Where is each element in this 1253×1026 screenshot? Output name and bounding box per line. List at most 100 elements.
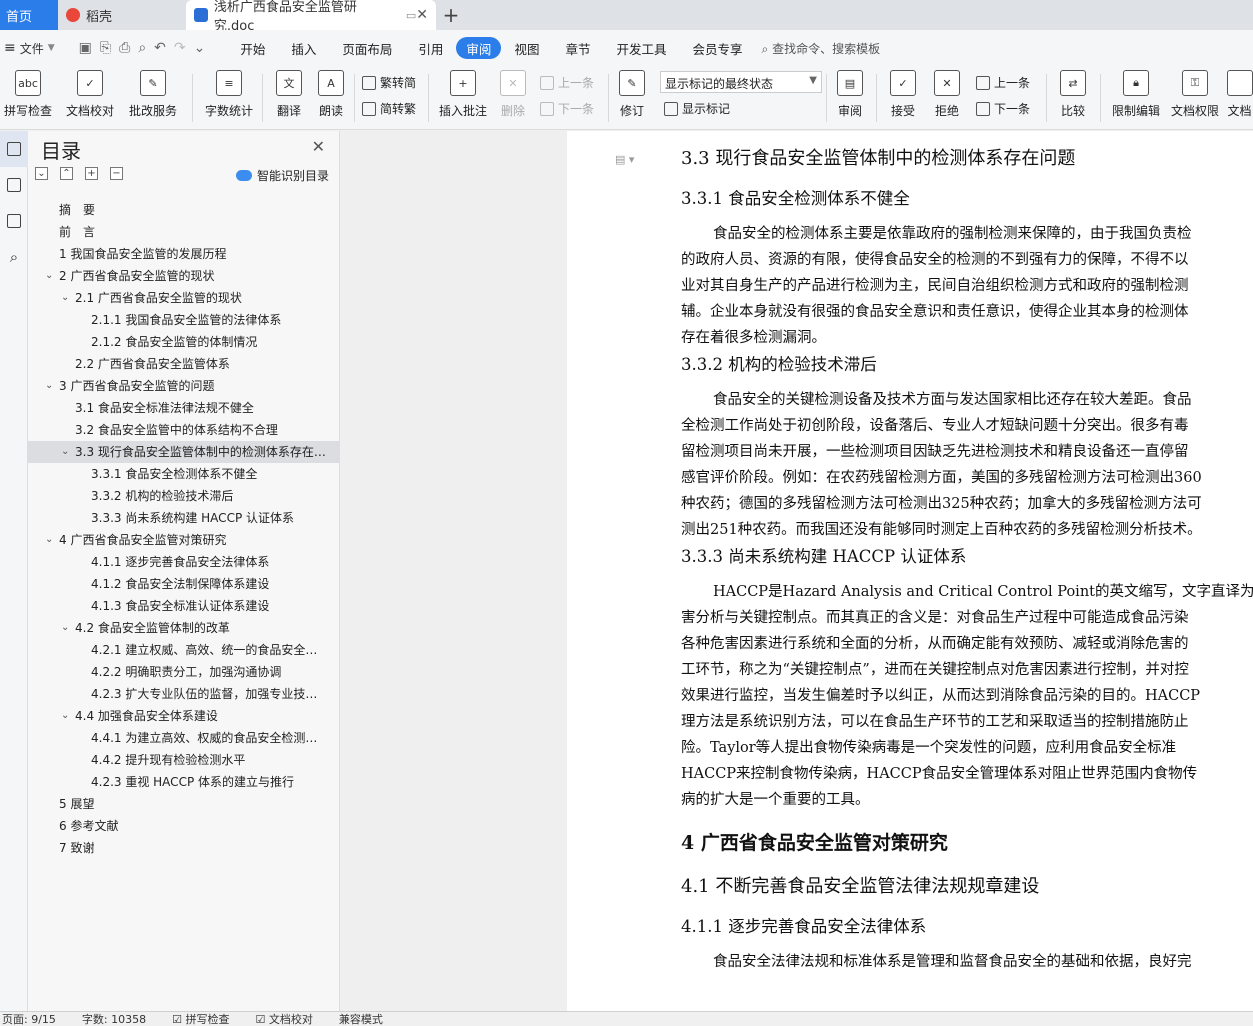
chevron-down-icon[interactable]: ⌄: [61, 705, 69, 727]
word-count-button[interactable]: ≡ 字数统计: [202, 70, 256, 119]
read-aloud-button[interactable]: A 朗读: [314, 70, 348, 119]
add-heading-icon[interactable]: +: [85, 167, 98, 180]
show-marks-button[interactable]: 显示标记: [664, 100, 730, 117]
collapse-all-icon[interactable]: ⌄: [35, 167, 48, 180]
proofread-button[interactable]: ✓ 文档校对: [62, 70, 118, 119]
document-page[interactable]: ▤ ▾ 3.3 现行食品安全监管体制中的检测体系存在问题 3.3.1 食品安全检测…: [567, 131, 1253, 1011]
toc-item[interactable]: 摘 要: [28, 199, 340, 221]
toc-item[interactable]: 3.3.2 机构的检验技术滞后: [28, 485, 340, 507]
toc-item[interactable]: 3.1 食品安全标准法律法规不健全: [28, 397, 340, 419]
toc-item[interactable]: 5 展望: [28, 793, 340, 815]
bookmark-pane-button[interactable]: [0, 203, 28, 239]
toc-item[interactable]: 4.1.1 逐步完善食品安全法律体系: [28, 551, 340, 573]
menu-item-member[interactable]: 会员专享: [679, 37, 755, 59]
doc-permission-button[interactable]: ⚿ 文档权限: [1168, 70, 1222, 119]
file-menu[interactable]: ≡ 文件 ▼: [0, 40, 55, 57]
more-icon[interactable]: ⌄: [194, 40, 206, 56]
toc-item[interactable]: ⌄ 4.4 加强食品安全体系建设: [28, 705, 340, 727]
close-icon[interactable]: ✕: [312, 137, 325, 156]
chevron-down-icon[interactable]: ⌄: [45, 375, 53, 397]
spell-check-status[interactable]: ☑ 拼写检查: [172, 1012, 229, 1026]
chevron-down-icon[interactable]: ⌄: [45, 529, 53, 551]
review-pane-button[interactable]: ▤ 审阅: [832, 70, 868, 119]
word-count-indicator[interactable]: 字数: 10358: [82, 1012, 146, 1026]
annotate-service-button[interactable]: ✎ 批改服务: [124, 70, 182, 119]
toc-item[interactable]: 4.4.1 为建立高效、权威的食品安全检测体系: [28, 727, 340, 749]
page-indicator[interactable]: 页面: 9/15: [2, 1012, 56, 1026]
translate-button[interactable]: 文 翻译: [270, 70, 308, 119]
next-comment-button[interactable]: 下一条: [540, 100, 594, 117]
expand-all-icon[interactable]: ⌃: [60, 167, 73, 180]
toc-item[interactable]: 3.3.3 尚未系统构建 HACCP 认证体系: [28, 507, 340, 529]
delete-comment-button[interactable]: ✕ 删除: [494, 70, 532, 119]
toc-item[interactable]: 4.2.3 扩大专业队伍的监督，加强专业技术培训: [28, 683, 340, 705]
remove-heading-icon[interactable]: −: [110, 167, 123, 180]
toc-item[interactable]: ⌄ 4 广西省食品安全监管对策研究: [28, 529, 340, 551]
toc-item[interactable]: ⌄ 3.3 现行食品安全监管体制中的检测体系存在问题: [28, 441, 340, 463]
spell-check-button[interactable]: abc 拼写检查: [0, 70, 56, 119]
toc-item[interactable]: 3.3.1 食品安全检测体系不健全: [28, 463, 340, 485]
toc-item[interactable]: 6 参考文献: [28, 815, 340, 837]
next-change-button[interactable]: 下一条: [976, 100, 1030, 117]
close-tab-icon[interactable]: ✕: [416, 7, 428, 23]
prev-change-button[interactable]: 上一条: [976, 74, 1030, 91]
simp-to-trad-button[interactable]: 简转繁: [362, 100, 416, 117]
toc-item[interactable]: ⌄ 2.1 广西省食品安全监管的现状: [28, 287, 340, 309]
toc-item[interactable]: 2.1.1 我国食品安全监管的法律体系: [28, 309, 340, 331]
menu-item-start[interactable]: 开始: [227, 37, 278, 59]
toc-item[interactable]: ⌄ 4.2 食品安全监管体制的改革: [28, 617, 340, 639]
document-body[interactable]: 3.3 现行食品安全监管体制中的检测体系存在问题 3.3.1 食品安全检测体系不健…: [681, 145, 1253, 975]
chevron-down-icon[interactable]: ⌄: [61, 287, 69, 309]
print-preview-icon[interactable]: ⌕: [138, 40, 146, 56]
tab-daoke[interactable]: 稻壳: [58, 0, 186, 30]
proofread-status[interactable]: ☑ 文档校对: [255, 1012, 312, 1026]
chevron-down-icon[interactable]: ⌄: [61, 617, 69, 639]
toc-item[interactable]: 4.2.2 明确职责分工，加强沟通协调: [28, 661, 340, 683]
menu-item-insert[interactable]: 插入: [278, 37, 329, 59]
compare-button[interactable]: ⇄ 比较: [1054, 70, 1092, 119]
display-state-select[interactable]: 显示标记的最终状态 ▼: [660, 71, 822, 93]
toc-item[interactable]: 2.1.2 食品安全监管的体制情况: [28, 331, 340, 353]
smart-toc-button[interactable]: 智能识别目录: [235, 167, 329, 184]
print-icon[interactable]: ⎙: [119, 40, 130, 56]
window-restore-icon[interactable]: ▭: [406, 9, 416, 22]
track-changes-button[interactable]: ✎ 修订: [614, 70, 650, 119]
menu-item-review[interactable]: 审阅: [456, 37, 502, 59]
toc-item[interactable]: 4.1.3 食品安全标准认证体系建设: [28, 595, 340, 617]
tab-home[interactable]: 首页: [0, 0, 58, 30]
toc-item[interactable]: ⌄ 2 广西省食品安全监管的现状: [28, 265, 340, 287]
toc-item[interactable]: 2.2 广西省食品安全监管体系: [28, 353, 340, 375]
menu-item-reference[interactable]: 引用: [405, 37, 456, 59]
trad-to-simp-button[interactable]: 繁转简: [362, 74, 416, 91]
accept-button[interactable]: ✓ 接受: [884, 70, 922, 119]
toc-item[interactable]: 4.2.3 重视 HACCP 体系的建立与推行: [28, 771, 340, 793]
reject-button[interactable]: ✕ 拒绝: [928, 70, 966, 119]
save-icon[interactable]: ▣: [79, 40, 92, 56]
restrict-editing-button[interactable]: 🔒︎ 限制编辑: [1108, 70, 1164, 119]
chapter-pane-button[interactable]: [0, 167, 28, 203]
toc-item[interactable]: 4.1.2 食品安全法制保障体系建设: [28, 573, 340, 595]
toc-item[interactable]: 3.2 食品安全监管中的体系结构不合理: [28, 419, 340, 441]
toc-item[interactable]: 4.4.2 提升现有检验检测水平: [28, 749, 340, 771]
command-search[interactable]: ⌕ 查找命令、搜索模板: [762, 40, 881, 57]
menu-item-view[interactable]: 视图: [501, 37, 552, 59]
menu-item-developer[interactable]: 开发工具: [603, 37, 679, 59]
chevron-down-icon[interactable]: ⌄: [61, 441, 69, 463]
toc-item[interactable]: 1 我国食品安全监管的发展历程: [28, 243, 340, 265]
toc-pane-button[interactable]: [0, 131, 28, 167]
toc-item[interactable]: 前 言: [28, 221, 340, 243]
chevron-down-icon[interactable]: ⌄: [45, 265, 53, 287]
prev-comment-button[interactable]: 上一条: [540, 74, 594, 91]
menu-item-section[interactable]: 章节: [552, 37, 603, 59]
toc-item[interactable]: ⌄ 3 广西省食品安全监管的问题: [28, 375, 340, 397]
find-pane-button[interactable]: ⌕: [0, 239, 28, 275]
redo-icon[interactable]: ↷: [174, 40, 186, 56]
export-icon[interactable]: ⎘: [100, 40, 111, 56]
toc-item[interactable]: 4.2.1 建立权威、高效、统一的食品安全监管机构: [28, 639, 340, 661]
paragraph-marker-icon[interactable]: ▤ ▾: [615, 153, 634, 166]
menu-item-layout[interactable]: 页面布局: [329, 37, 405, 59]
tab-document[interactable]: 浅析广西食品安全监管研究.doc ▭ ✕: [186, 0, 436, 34]
toc-item[interactable]: 7 致谢: [28, 837, 340, 859]
insert-comment-button[interactable]: + 插入批注: [436, 70, 490, 119]
new-tab-button[interactable]: +: [436, 0, 466, 30]
